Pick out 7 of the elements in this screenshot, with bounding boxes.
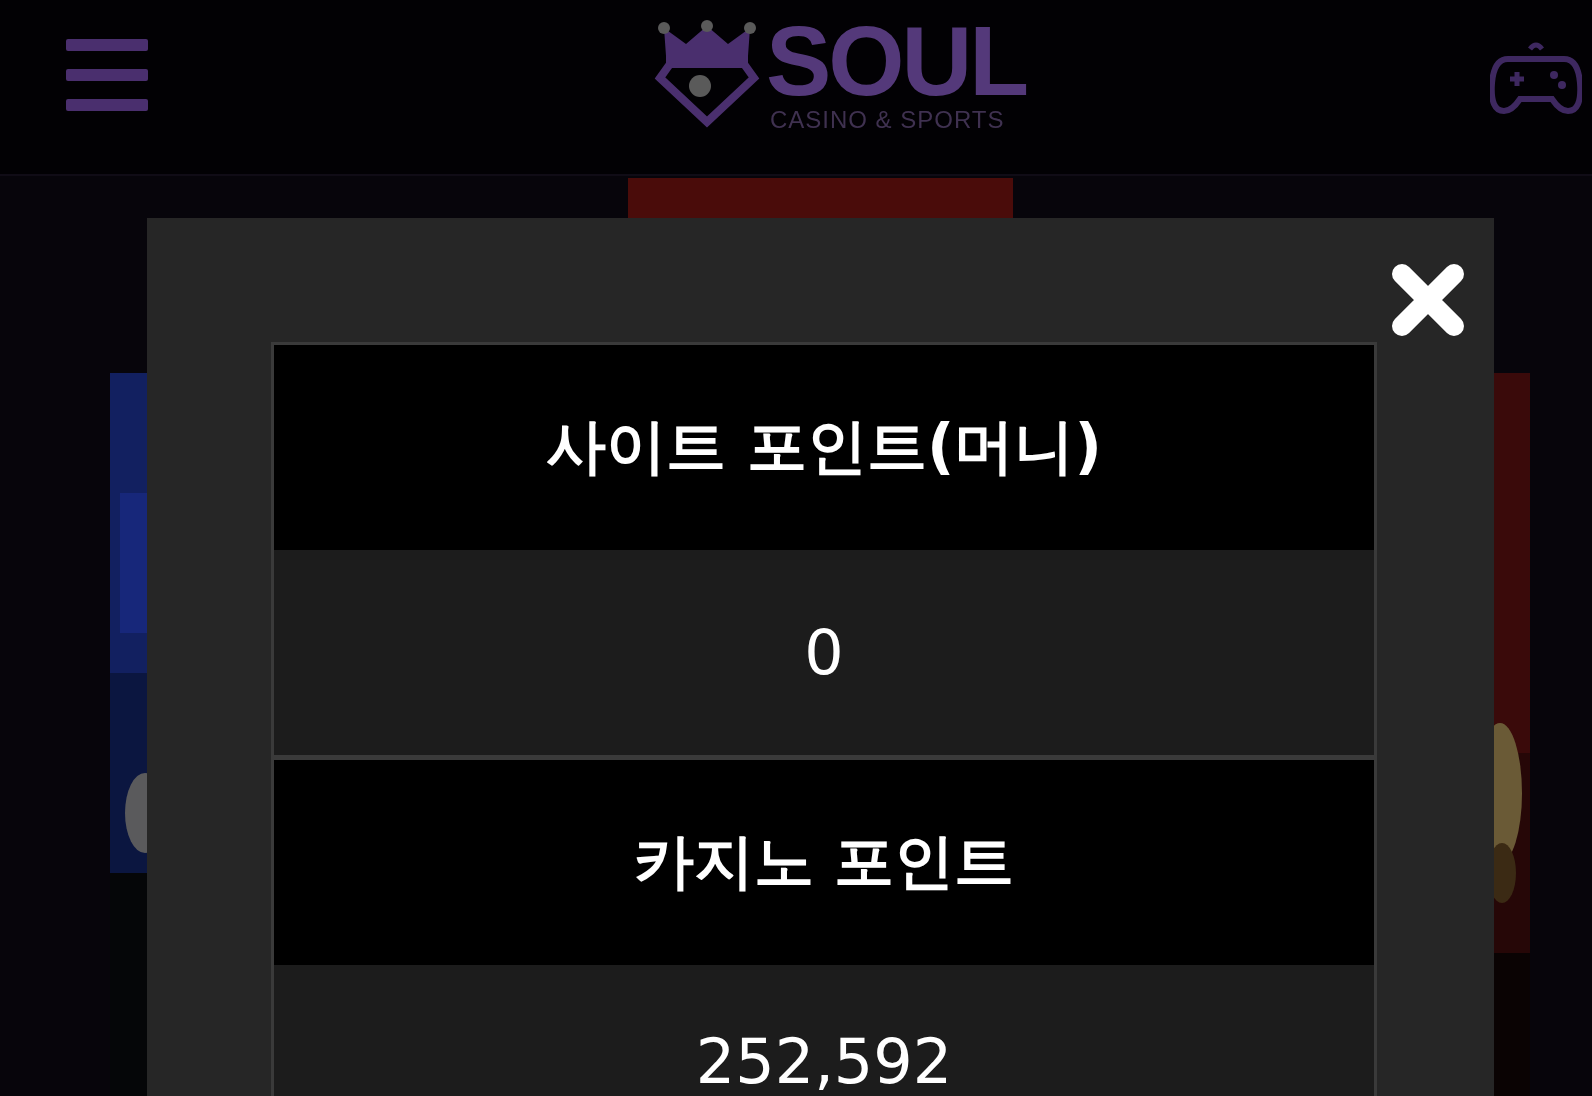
table-header-cell: 사이트 포인트(머니)	[274, 345, 1374, 550]
logo-tagline: CASINO & SPORTS	[769, 106, 1005, 134]
table-cell: 252,592	[274, 965, 1374, 1096]
logo-wordmark: SOUL	[765, 16, 1027, 106]
table-cell: 0	[274, 550, 1374, 760]
table-header-cell: 카지노 포인트	[274, 760, 1374, 965]
menu-button[interactable]	[66, 39, 148, 111]
